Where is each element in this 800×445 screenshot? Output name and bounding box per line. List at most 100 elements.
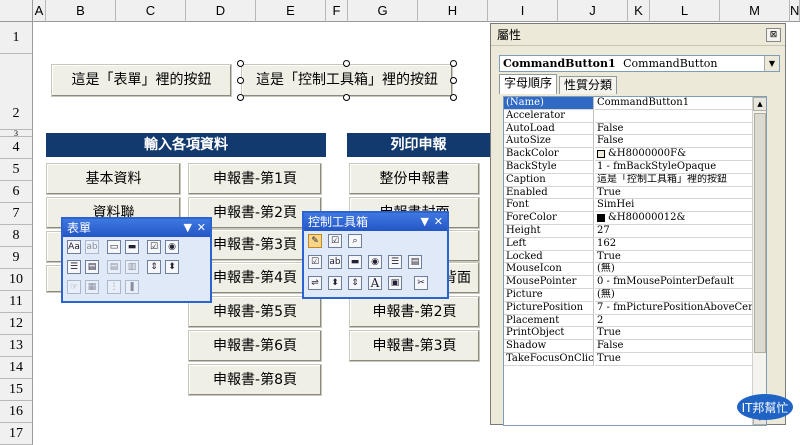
resize-handle[interactable] xyxy=(343,60,350,67)
property-value[interactable]: True xyxy=(595,353,753,366)
row-header[interactable]: 11 xyxy=(0,291,33,313)
tab-categorized[interactable]: 性質分類 xyxy=(559,76,618,94)
property-value[interactable]: &H8000000F& xyxy=(595,148,753,161)
properties-grid[interactable]: (Name) CommandButton1 Accelerator AutoLoad F… xyxy=(503,96,767,426)
combo-drop-icon[interactable]: ▥ xyxy=(125,260,139,274)
property-value[interactable]: False xyxy=(595,135,753,149)
print-page-3-button[interactable]: 申報書-第3頁 xyxy=(349,330,480,362)
property-value[interactable]: &H80000012& xyxy=(595,212,753,225)
row-header[interactable]: 3 xyxy=(0,130,33,138)
column-header[interactable]: J xyxy=(558,0,628,22)
property-row[interactable]: Accelerator xyxy=(504,109,753,123)
resize-handle[interactable] xyxy=(450,60,457,67)
scrollbar-icon[interactable]: ⇕ xyxy=(348,276,362,290)
properties-title-bar[interactable]: 屬性 ⊠ xyxy=(491,24,785,46)
property-value[interactable] xyxy=(595,110,753,123)
property-value[interactable]: 1 - fmBackStyleOpaque xyxy=(595,161,753,174)
row-header[interactable]: 10 xyxy=(0,269,33,291)
column-header[interactable]: K xyxy=(628,0,650,22)
properties-window[interactable]: 屬性 ⊠ CommandButton1 CommandButton ▼ 字母順序… xyxy=(490,23,786,426)
resize-handle[interactable] xyxy=(237,94,244,101)
property-row[interactable]: Left 162 xyxy=(504,237,753,251)
close-icon[interactable]: ✕ xyxy=(197,219,206,237)
chevron-down-icon[interactable]: ▼ xyxy=(764,56,779,71)
page-1-button[interactable]: 申報書-第1頁 xyxy=(188,163,322,195)
property-row[interactable]: Locked True xyxy=(504,250,753,264)
property-row[interactable]: ForeColor &H80000012& xyxy=(504,212,753,225)
property-value[interactable]: (無) xyxy=(595,263,753,277)
print-all-button[interactable]: 整份申報書 xyxy=(349,163,480,195)
scrollbar[interactable]: ▲ ▼ xyxy=(752,97,766,425)
resize-handle[interactable] xyxy=(343,94,350,101)
control-toolbox-button[interactable]: 這是「控制工具箱」裡的按鈕 xyxy=(241,64,453,97)
checkbox-icon[interactable]: ☑ xyxy=(308,255,322,269)
button-icon[interactable]: ▬ xyxy=(125,240,139,254)
scroll-up-icon[interactable]: ▲ xyxy=(753,97,766,111)
toggle-icon[interactable]: ⇌ xyxy=(308,276,322,290)
property-value[interactable]: (無) xyxy=(595,289,753,302)
column-header[interactable]: M xyxy=(720,0,790,22)
property-row[interactable]: Font SimHei xyxy=(504,199,753,213)
property-value[interactable]: False xyxy=(595,340,753,353)
property-row[interactable]: PicturePosition 7 - fmPicturePositionAbov… xyxy=(504,301,753,315)
resize-handle[interactable] xyxy=(237,60,244,67)
checkbox-icon[interactable]: ☑ xyxy=(147,240,161,254)
close-icon[interactable]: ✕ xyxy=(434,213,443,231)
row-header[interactable]: 7 xyxy=(0,203,33,225)
row-header[interactable]: 13 xyxy=(0,335,33,357)
property-row[interactable]: AutoSize False xyxy=(504,135,753,149)
property-value[interactable]: 27 xyxy=(595,225,753,238)
scroll-thumb[interactable] xyxy=(754,113,766,353)
column-header[interactable]: D xyxy=(186,0,256,22)
run-dialog-icon[interactable]: ❚ xyxy=(125,280,139,294)
property-row[interactable]: MouseIcon (無) xyxy=(504,263,753,277)
property-row[interactable]: Picture (無) xyxy=(504,289,753,302)
column-header[interactable]: E xyxy=(256,0,326,22)
label-icon[interactable]: A xyxy=(368,276,382,290)
basic-data-button[interactable]: 基本資料 xyxy=(46,163,181,195)
combo-list-icon[interactable]: ▤ xyxy=(107,260,121,274)
property-value[interactable]: 2 xyxy=(595,315,753,328)
toolbar-options-icon[interactable]: ▼ xyxy=(184,219,192,237)
command-button-icon[interactable]: ▬ xyxy=(348,255,362,269)
row-header[interactable]: 15 xyxy=(0,379,33,401)
column-header[interactable]: G xyxy=(348,0,418,22)
view-code-icon[interactable]: ⌕ xyxy=(348,234,362,248)
property-value[interactable]: 7 - fmPicturePositionAboveCenter xyxy=(595,302,753,315)
property-value[interactable]: True xyxy=(595,187,753,200)
object-selector[interactable]: CommandButton1 CommandButton ▼ xyxy=(499,55,780,72)
property-row[interactable]: Height 27 xyxy=(504,225,753,238)
spin-icon[interactable]: ⬍ xyxy=(328,276,342,290)
property-value[interactable]: SimHei xyxy=(595,199,753,213)
column-header[interactable]: I xyxy=(488,0,558,22)
control-props-icon[interactable]: ☞ xyxy=(67,280,81,294)
property-row[interactable]: Caption 這是「控制工具箱」裡的按鈕 xyxy=(504,173,753,187)
resize-handle[interactable] xyxy=(237,77,244,84)
more-controls-icon[interactable]: ✂ xyxy=(414,276,428,290)
property-row[interactable]: MousePointer 0 - fmMousePointerDefault xyxy=(504,276,753,289)
combobox-icon[interactable]: ▤ xyxy=(85,260,99,274)
property-row[interactable]: AutoLoad False xyxy=(504,122,753,136)
property-row[interactable]: (Name) CommandButton1 xyxy=(504,97,753,110)
row-header[interactable]: 2 xyxy=(0,54,33,130)
property-row[interactable]: Placement 2 xyxy=(504,314,753,328)
property-row[interactable]: Shadow False xyxy=(504,340,753,353)
row-header[interactable]: 4 xyxy=(0,137,33,159)
page-6-button[interactable]: 申報書-第6頁 xyxy=(188,330,322,362)
image-icon[interactable]: ▣ xyxy=(388,276,402,290)
listbox-icon[interactable]: ☰ xyxy=(67,260,81,274)
grid-toggle-icon[interactable]: ⋮ xyxy=(107,280,121,294)
row-header[interactable]: 5 xyxy=(0,159,33,181)
design-mode-icon[interactable]: ✎ xyxy=(308,234,322,248)
form-button[interactable]: 這是「表單」裡的按鈕 xyxy=(51,64,232,97)
property-value[interactable]: True xyxy=(595,327,753,341)
column-header[interactable]: A xyxy=(33,0,46,22)
row-header[interactable]: 16 xyxy=(0,401,33,423)
radio-icon[interactable]: ◉ xyxy=(165,240,179,254)
column-header[interactable]: F xyxy=(326,0,348,22)
property-value[interactable]: True xyxy=(595,251,753,264)
property-row[interactable]: Enabled True xyxy=(504,186,753,200)
property-value[interactable]: False xyxy=(595,123,753,136)
row-header[interactable]: 12 xyxy=(0,313,33,335)
properties-icon[interactable]: ☑ xyxy=(328,234,342,248)
